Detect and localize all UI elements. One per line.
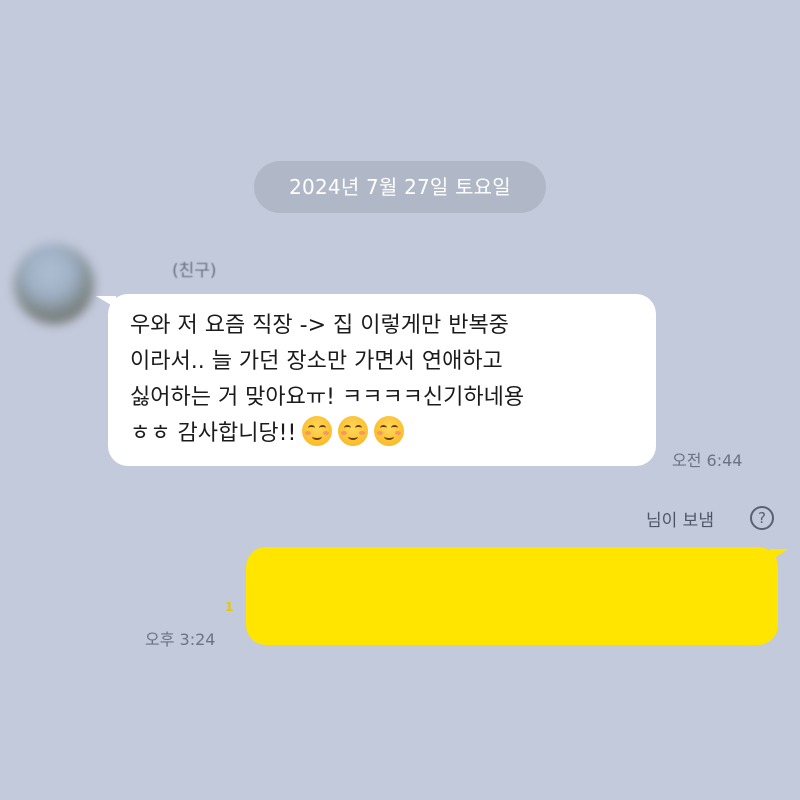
message-line-4: ㅎㅎ 감사합니당!! xyxy=(130,416,638,452)
message-line-2: 이라서.. 늘 가던 장소만 가면서 연애하고 xyxy=(130,349,503,374)
incoming-timestamp: 오전 6:44 xyxy=(672,451,743,470)
sent-by-label: 님이 보냄 xyxy=(646,511,714,531)
message-line-4-text: ㅎㅎ 감사합니당!! xyxy=(130,421,297,446)
friend-avatar[interactable] xyxy=(14,244,94,324)
incoming-message-bubble[interactable]: 우와 저 요즘 직장 -> 집 이렇게만 반복중 이라서.. 늘 가던 장소만 … xyxy=(96,294,656,466)
unread-count-badge: 1 xyxy=(225,600,234,614)
smiling-face-icon xyxy=(302,416,333,446)
outgoing-timestamp: 오후 3:24 xyxy=(145,630,216,649)
date-divider: 2024년 7월 27일 토요일 xyxy=(254,161,546,213)
outgoing-message-bubble[interactable] xyxy=(246,547,788,645)
smiling-face-icon xyxy=(338,416,369,446)
message-line-3: 싫어하는 거 맞아요ㅠ! ㅋㅋㅋㅋ신기하네용 xyxy=(130,385,525,410)
message-line-1: 우와 저 요즘 직장 -> 집 이렇게만 반복중 xyxy=(130,313,509,338)
smiling-face-icon xyxy=(374,416,405,446)
sender-name: (친구) xyxy=(172,261,217,281)
bubble-tail xyxy=(770,549,788,561)
help-icon[interactable]: ? xyxy=(750,506,774,530)
bubble-tail xyxy=(96,296,116,308)
